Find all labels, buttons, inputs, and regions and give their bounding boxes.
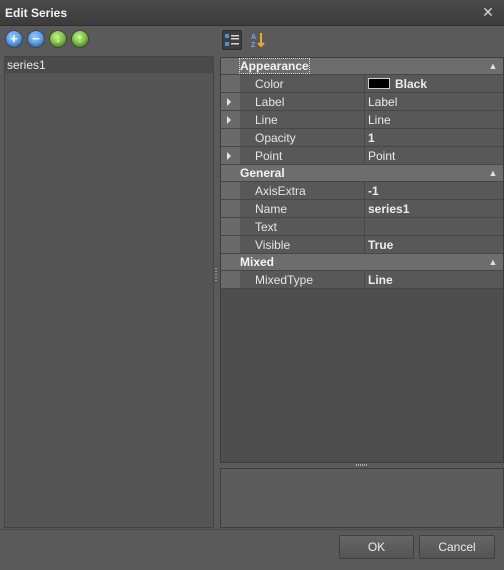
collapse-chevron-icon[interactable]: ▲ [488, 165, 498, 182]
remove-series-button[interactable]: − [28, 31, 44, 47]
title-bar: Edit Series ✕ [0, 0, 504, 26]
property-value[interactable]: True [365, 236, 503, 253]
category-appearance[interactable]: Appearance ▲ [221, 58, 503, 75]
ok-button[interactable]: OK [339, 535, 414, 559]
property-name: Text [240, 218, 365, 235]
property-value[interactable]: Black [365, 75, 503, 92]
property-name: Name [240, 200, 365, 217]
cancel-button[interactable]: Cancel [419, 535, 495, 559]
remove-icon: − [32, 31, 40, 46]
series-list-item[interactable]: series1 [5, 57, 213, 73]
color-value-text: Black [395, 77, 428, 91]
color-swatch [368, 78, 390, 90]
property-name: Line [240, 111, 365, 128]
property-row[interactable]: Point Point [221, 147, 503, 165]
expand-arrow-icon[interactable] [227, 98, 231, 106]
property-name: Opacity [240, 129, 365, 146]
categorized-view-icon [225, 34, 239, 46]
close-icon[interactable]: ✕ [480, 4, 496, 20]
move-up-icon: ↑ [77, 33, 83, 45]
category-label: Appearance [239, 58, 310, 74]
categorized-view-button[interactable] [222, 30, 242, 50]
expand-arrow-icon[interactable] [227, 152, 231, 160]
move-down-icon: ↓ [55, 33, 61, 45]
property-value[interactable]: Point [365, 147, 503, 164]
splitter-grip-icon [356, 464, 368, 466]
property-name: MixedType [240, 271, 365, 288]
property-row[interactable]: Opacity 1 [221, 129, 503, 147]
property-value[interactable]: Line [365, 271, 503, 288]
series-toolbar: + − ↓ ↑ [6, 31, 88, 49]
category-label: Mixed [240, 255, 275, 269]
move-up-button[interactable]: ↑ [72, 31, 88, 47]
row-gutter [221, 147, 240, 164]
property-value[interactable]: Line [365, 111, 503, 128]
row-gutter [221, 75, 240, 92]
svg-text:A: A [251, 34, 256, 41]
property-row[interactable]: Label Label [221, 93, 503, 111]
row-gutter [221, 271, 240, 288]
expand-arrow-icon[interactable] [227, 116, 231, 124]
property-row[interactable]: Name series1 [221, 200, 503, 218]
property-value[interactable]: Label [365, 93, 503, 110]
row-gutter [221, 200, 240, 217]
vertical-splitter[interactable] [214, 56, 218, 528]
property-grid[interactable]: Appearance ▲ Color Black Label Label Line Line O… [220, 57, 504, 463]
property-name: Color [240, 75, 365, 92]
property-name: Point [240, 147, 365, 164]
dialog-footer: OK Cancel [0, 529, 504, 570]
svg-text:Z: Z [251, 42, 256, 48]
add-icon: + [10, 31, 18, 46]
row-gutter [221, 129, 240, 146]
row-gutter [221, 93, 240, 110]
series-list[interactable]: series1 [4, 56, 214, 528]
property-row[interactable]: Color Black [221, 75, 503, 93]
property-value[interactable] [365, 218, 503, 235]
row-gutter [221, 111, 240, 128]
alphabetical-sort-icon: A Z [251, 33, 265, 48]
property-row[interactable]: AxisExtra -1 [221, 182, 503, 200]
window-title: Edit Series [5, 6, 68, 20]
category-label: General [240, 166, 285, 180]
alphabetical-sort-button[interactable]: A Z [248, 30, 268, 50]
row-gutter [221, 182, 240, 199]
row-gutter [221, 236, 240, 253]
property-row[interactable]: MixedType Line [221, 271, 503, 289]
property-name: AxisExtra [240, 182, 365, 199]
splitter-grip-icon [215, 268, 217, 282]
move-down-button[interactable]: ↓ [50, 31, 66, 47]
property-name: Visible [240, 236, 365, 253]
property-grid-toolbar: A Z [222, 30, 268, 50]
property-row[interactable]: Text [221, 218, 503, 236]
property-name: Label [240, 93, 365, 110]
collapse-chevron-icon[interactable]: ▲ [488, 58, 498, 75]
category-general[interactable]: General ▲ [221, 165, 503, 182]
property-value[interactable]: -1 [365, 182, 503, 199]
property-row[interactable]: Visible True [221, 236, 503, 254]
property-value[interactable]: series1 [365, 200, 503, 217]
property-value[interactable]: 1 [365, 129, 503, 146]
property-row[interactable]: Line Line [221, 111, 503, 129]
add-series-button[interactable]: + [6, 31, 22, 47]
collapse-chevron-icon[interactable]: ▲ [488, 254, 498, 271]
property-description-panel [220, 468, 504, 528]
row-gutter [221, 218, 240, 235]
category-mixed[interactable]: Mixed ▲ [221, 254, 503, 271]
